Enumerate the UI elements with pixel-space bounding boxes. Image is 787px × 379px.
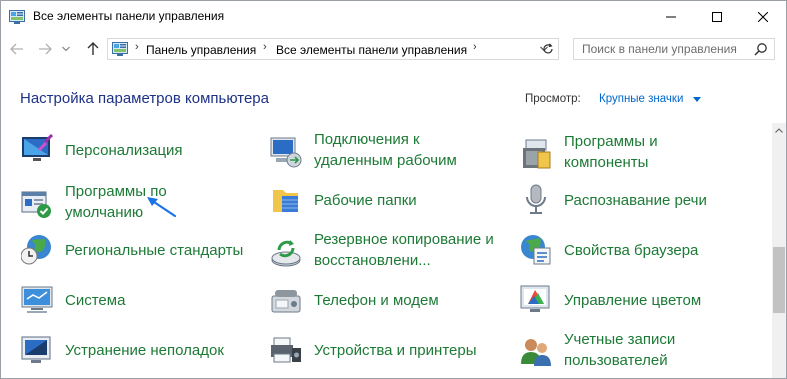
control-panel-items: Персонализация Программы по умолчанию Ре… [1, 123, 772, 378]
forward-button[interactable] [35, 39, 55, 59]
breadcrumb-separator-icon[interactable]: › [263, 41, 267, 53]
search-box[interactable] [573, 38, 775, 60]
item-devices-printers[interactable]: Устройства и принтеры [270, 326, 510, 374]
internet-options-icon [521, 235, 551, 265]
annotation-arrow-icon [147, 197, 177, 218]
item-label: Резервное копирование и [314, 231, 494, 248]
speech-recognition-icon [526, 184, 546, 214]
item-programs-features[interactable]: Программы и компоненты [520, 126, 760, 174]
breadcrumb-separator-icon[interactable]: › [473, 41, 477, 53]
item-label: Подключения к [314, 131, 420, 148]
work-folders-icon [273, 190, 298, 212]
item-label: Учетные записи [564, 331, 676, 348]
backup-restore-icon [271, 240, 301, 267]
item-label: Устройства и принтеры [314, 342, 477, 359]
arrow-left-icon [10, 43, 23, 55]
scrollbar-thumb[interactable] [773, 247, 785, 313]
item-troubleshooting[interactable]: Устранение неполадок [21, 326, 251, 374]
control-panel-icon [112, 42, 128, 56]
view-by-dropdown[interactable]: Крупные значки [599, 93, 683, 105]
recent-locations-button[interactable] [59, 39, 73, 59]
phone-modem-icon [271, 290, 301, 313]
maximize-icon [712, 12, 722, 22]
item-color-management[interactable]: Управление цветом [520, 276, 760, 324]
scroll-up-button[interactable] [772, 123, 786, 137]
breadcrumb-separator-icon[interactable]: › [135, 41, 139, 53]
remote-connections-icon [270, 137, 302, 168]
item-label: Устранение неполадок [65, 342, 224, 359]
chevron-up-icon [775, 127, 783, 133]
close-button[interactable] [740, 1, 786, 33]
color-management-icon [520, 285, 550, 312]
item-label: Управление цветом [564, 292, 702, 309]
programs-features-icon [523, 139, 551, 169]
item-personalization[interactable]: Персонализация [21, 126, 251, 174]
item-system[interactable]: Система [21, 276, 251, 324]
item-label: Персонализация [65, 142, 183, 159]
item-label: Свойства браузера [564, 242, 699, 259]
item-label: умолчанию [65, 204, 144, 221]
back-button[interactable] [7, 39, 27, 59]
caret-down-icon[interactable] [693, 97, 701, 102]
view-by-label: Просмотр: [525, 93, 581, 105]
item-label: Распознавание речи [564, 192, 707, 209]
user-accounts-icon [521, 339, 551, 366]
navigation-bar: › Панель управления › Все элементы панел… [1, 33, 786, 65]
personalization-icon [22, 134, 53, 161]
title-bar: Все элементы панели управления [1, 1, 786, 33]
item-user-accounts[interactable]: Учетные записи пользователей [520, 326, 760, 374]
troubleshooting-icon [21, 336, 51, 363]
chevron-down-icon [62, 46, 70, 52]
item-work-folders[interactable]: Рабочие папки [270, 176, 510, 224]
item-label: Телефон и модем [314, 292, 439, 309]
arrow-right-icon [39, 43, 52, 55]
item-label: Региональные стандарты [65, 242, 244, 259]
default-programs-icon [21, 191, 51, 218]
refresh-button[interactable] [538, 38, 559, 60]
minimize-button[interactable] [648, 1, 694, 33]
window-title: Все элементы панели управления [33, 9, 225, 23]
breadcrumb-control-panel[interactable]: Панель управления [146, 43, 256, 57]
item-label: компоненты [564, 154, 649, 171]
address-bar[interactable]: › Панель управления › Все элементы панел… [107, 38, 559, 60]
vertical-scrollbar[interactable] [772, 123, 786, 378]
item-phone-modem[interactable]: Телефон и модем [270, 276, 510, 324]
item-default-programs[interactable]: Программы по умолчанию [21, 176, 251, 224]
item-speech-recognition[interactable]: Распознавание речи [520, 176, 760, 224]
up-button[interactable] [83, 39, 103, 59]
item-region[interactable]: Региональные стандарты [21, 226, 251, 274]
devices-printers-icon [271, 337, 301, 363]
item-label: Программы и [564, 133, 658, 150]
search-input[interactable] [582, 41, 748, 57]
search-icon[interactable] [754, 42, 768, 56]
item-label: Система [65, 292, 126, 309]
system-icon [21, 286, 53, 313]
region-icon [21, 235, 51, 265]
control-panel-window: Все элементы панели управления › Панель … [0, 0, 787, 379]
page-title: Настройка параметров компьютера [20, 90, 269, 107]
control-panel-app-icon [9, 10, 25, 24]
item-internet-options[interactable]: Свойства браузера [520, 226, 760, 274]
maximize-button[interactable] [694, 1, 740, 33]
breadcrumb-all-items[interactable]: Все элементы панели управления [276, 43, 467, 57]
close-icon [758, 12, 768, 22]
item-label: восстановлени... [314, 252, 431, 269]
item-label: пользователей [564, 352, 668, 369]
item-remote-connections[interactable]: Подключения к удаленным рабочим [270, 126, 510, 174]
arrow-up-icon [87, 42, 99, 55]
item-label: удаленным рабочим [314, 152, 457, 169]
minimize-icon [666, 16, 676, 18]
item-label: Рабочие папки [314, 192, 417, 209]
item-backup-restore[interactable]: Резервное копирование и восстановлени... [270, 226, 510, 274]
refresh-icon [543, 43, 553, 54]
